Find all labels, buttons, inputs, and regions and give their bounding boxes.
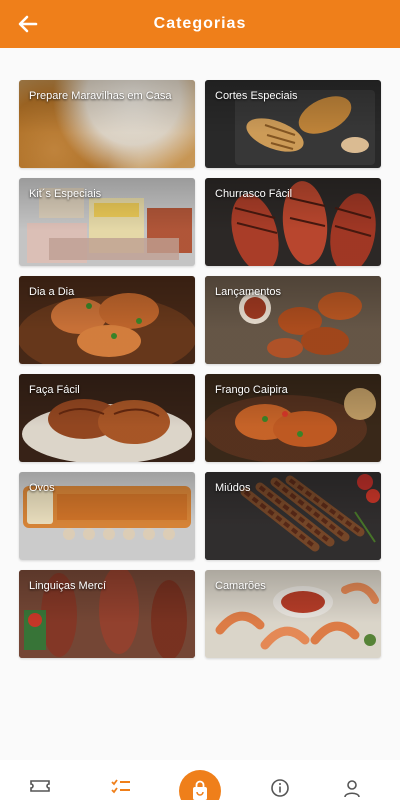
category-tile-faca-facil[interactable]: Faça Fácil (19, 374, 195, 462)
category-tile-dia-a-dia[interactable]: Dia a Dia (19, 276, 195, 364)
category-label: Ovos (29, 482, 55, 494)
nav-profile[interactable] (337, 778, 367, 800)
category-label: Linguiças Mercí (29, 580, 107, 592)
user-icon (344, 780, 360, 798)
category-tile-churrasco-facil[interactable]: Churrasco Fácil (205, 178, 381, 266)
info-icon (271, 779, 289, 797)
category-tile-kits-especiais[interactable]: Kit´s Especiais (19, 178, 195, 266)
category-grid: Prepare Maravilhas em Casa Cortes Especi… (19, 80, 381, 658)
nav-categories[interactable] (105, 778, 135, 800)
category-tile-lancamentos[interactable]: Lançamentos (205, 276, 381, 364)
category-label: Camarões (215, 580, 266, 592)
category-tile-frango-caipira[interactable]: Frango Caipira (205, 374, 381, 462)
category-tile-miudos[interactable]: Miúdos (205, 472, 381, 560)
category-label: Dia a Dia (29, 286, 75, 298)
back-button[interactable] (12, 8, 44, 40)
category-label: Kit´s Especiais (29, 188, 102, 200)
category-tile-linguicas-merci[interactable]: Linguiças Mercí (19, 570, 195, 658)
category-label: Lançamentos (215, 286, 282, 298)
category-label: Prepare Maravilhas em Casa (29, 90, 172, 102)
category-tile-cortes-especiais[interactable]: Cortes Especiais (205, 80, 381, 168)
shopping-bag-icon (193, 780, 207, 800)
category-tile-camaroes[interactable]: Camarões (205, 570, 381, 658)
list-icon (111, 779, 130, 794)
nav-info[interactable] (265, 778, 295, 800)
category-label: Frango Caipira (215, 384, 288, 396)
category-tile-prepare-maravilhas[interactable]: Prepare Maravilhas em Casa (19, 80, 195, 168)
category-label: Cortes Especiais (215, 90, 298, 102)
ticket-icon (30, 780, 50, 792)
categories-screen: Categorias Prepare Maravilhas em Casa Co… (0, 0, 400, 800)
category-label: Faça Fácil (29, 384, 80, 396)
category-tile-ovos[interactable]: Ovos (19, 472, 195, 560)
category-label: Churrasco Fácil (215, 188, 293, 200)
page-title: Categorias (153, 15, 247, 32)
app-header: Categorias (0, 0, 400, 48)
arrow-left-icon (18, 15, 38, 33)
nav-tickets[interactable] (25, 778, 55, 800)
category-label: Miúdos (215, 482, 251, 494)
